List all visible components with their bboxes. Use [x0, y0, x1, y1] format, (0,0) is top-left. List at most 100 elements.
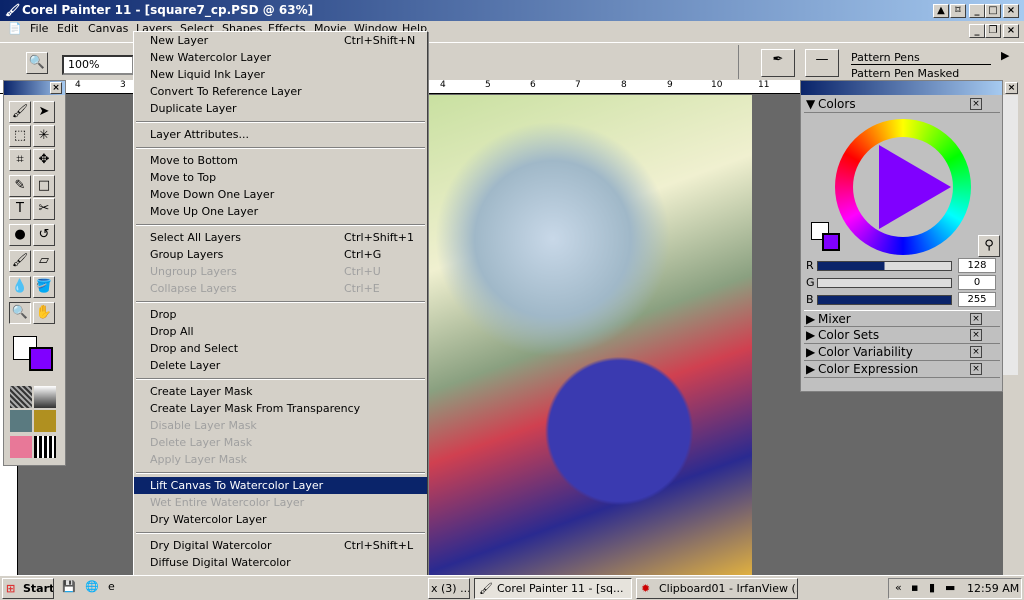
green-slider[interactable] — [817, 278, 952, 288]
network-icon[interactable]: ▪ — [911, 581, 918, 594]
nozzle-selector[interactable] — [10, 436, 32, 458]
close-button[interactable]: × — [1003, 4, 1019, 18]
menu-item-ungroup-layers[interactable]: Ungroup Layers Ctrl+U — [134, 263, 427, 280]
magic-wand-icon[interactable]: ✳ — [33, 125, 55, 147]
maximize-button[interactable]: □ — [985, 4, 1001, 18]
menu-item-drop[interactable]: Drop — [134, 306, 427, 323]
up-arrow-button[interactable]: ▲ — [933, 4, 949, 18]
rectangle-icon[interactable]: □ — [33, 175, 55, 197]
menu-item-dry-watercolor-layer[interactable]: Dry Watercolor Layer — [134, 511, 427, 528]
menu-item-apply-layer-mask[interactable]: Apply Layer Mask — [134, 451, 427, 468]
save-icon[interactable]: 💾 — [62, 580, 76, 593]
color-expression-header[interactable]: ▶ Color Expression × — [804, 361, 1000, 378]
quicklaunch-icon[interactable]: 🌐 — [85, 580, 99, 593]
color-variability-header[interactable]: ▶ Color Variability × — [804, 344, 1000, 361]
menu-item-delete-layer[interactable]: Delete Layer — [134, 357, 427, 374]
menu-file[interactable]: File — [30, 22, 48, 36]
battery-icon[interactable]: ▮ — [929, 581, 935, 594]
menu-item-drop-all[interactable]: Drop All — [134, 323, 427, 340]
menu-item-disable-layer-mask[interactable]: Disable Layer Mask — [134, 417, 427, 434]
main-color-swatch[interactable] — [29, 347, 53, 371]
brush-variant-button[interactable]: — — [805, 49, 839, 77]
menu-item-duplicate-layer[interactable]: Duplicate Layer — [134, 100, 427, 117]
text-icon[interactable]: T — [9, 198, 31, 220]
tray-expand-icon[interactable]: « — [895, 581, 902, 594]
menu-item-wet-entire-watercolor-layer[interactable]: Wet Entire Watercolor Layer — [134, 494, 427, 511]
brush-tool-icon[interactable]: 🖌 — [9, 101, 31, 123]
brush-variant[interactable]: Pattern Pen Masked — [851, 67, 959, 80]
pen-icon[interactable]: ✎ — [9, 175, 31, 197]
dropper-icon[interactable]: 💧 — [9, 276, 31, 298]
menu-item-layer-attributes[interactable]: Layer Attributes... — [134, 126, 427, 143]
magnifier-icon[interactable]: 🔍 — [9, 302, 31, 324]
minimize-button[interactable]: _ — [969, 4, 985, 18]
menu-item-lift-canvas-to-watercolor-layer[interactable]: Lift Canvas To Watercolor Layer — [134, 477, 427, 494]
rotate-page-icon[interactable]: ↺ — [33, 224, 55, 246]
menu-edit[interactable]: Edit — [57, 22, 78, 36]
menu-item-create-layer-mask-from-transparency[interactable]: Create Layer Mask From Transparency — [134, 400, 427, 417]
paint-bucket-icon[interactable]: 🪣 — [33, 276, 55, 298]
pattern-selector[interactable] — [10, 410, 32, 432]
panel-menu-arrow-icon[interactable]: ▶ — [1001, 49, 1009, 62]
menu-item-new-watercolor-layer[interactable]: New Watercolor Layer — [134, 49, 427, 66]
brush-category[interactable]: Pattern Pens — [851, 51, 991, 65]
pin-button[interactable]: ⌑ — [950, 4, 966, 18]
menu-item-drop-and-select[interactable]: Drop and Select — [134, 340, 427, 357]
menu-item-move-to-top[interactable]: Move to Top — [134, 169, 427, 186]
panel-close-button[interactable]: × — [1005, 82, 1018, 94]
look-selector[interactable] — [34, 436, 56, 458]
layer-adjuster-icon[interactable]: ➤ — [33, 101, 55, 123]
menu-item-move-down-one-layer[interactable]: Move Down One Layer — [134, 186, 427, 203]
menu-item-new-layer[interactable]: New Layer Ctrl+Shift+N — [134, 32, 427, 49]
paper-selector[interactable] — [10, 386, 32, 408]
clone-color-icon[interactable]: ⚲ — [978, 235, 1000, 257]
task-irfanview[interactable]: ✹ Clipboard01 - IrfanView (... — [636, 578, 798, 599]
task-corel-painter[interactable]: 🖌 Corel Painter 11 - [sq... — [474, 578, 632, 599]
menu-item-select-all-layers[interactable]: Select All Layers Ctrl+Shift+1 — [134, 229, 427, 246]
blue-slider[interactable] — [817, 295, 952, 305]
blue-value[interactable]: 255 — [958, 292, 996, 307]
task-button[interactable]: x (3) ... — [428, 578, 470, 599]
saturation-value-triangle[interactable] — [879, 145, 951, 229]
color-sets-header[interactable]: ▶ Color Sets × — [804, 327, 1000, 344]
weave-selector[interactable] — [34, 410, 56, 432]
dodge-icon[interactable]: ● — [9, 224, 31, 246]
menu-item-move-up-one-layer[interactable]: Move Up One Layer — [134, 203, 427, 220]
ie-icon[interactable]: e — [108, 580, 115, 593]
menu-item-move-to-bottom[interactable]: Move to Bottom — [134, 152, 427, 169]
doc-minimize-button[interactable]: _ — [969, 24, 985, 38]
canvas-image[interactable] — [420, 95, 752, 575]
menu-item-collapse-layers[interactable]: Collapse Layers Ctrl+E — [134, 280, 427, 297]
menu-item-diffuse-digital-watercolor[interactable]: Diffuse Digital Watercolor — [134, 554, 427, 571]
grabber-hand-icon[interactable]: ✋ — [33, 302, 55, 324]
red-slider[interactable] — [817, 261, 952, 271]
red-value[interactable]: 128 — [958, 258, 996, 273]
menu-item-delete-layer-mask[interactable]: Delete Layer Mask — [134, 434, 427, 451]
toolbox-close-button[interactable]: × — [50, 82, 62, 94]
menu-item-group-layers[interactable]: Group Layers Ctrl+G — [134, 246, 427, 263]
rect-selection-icon[interactable]: ⬚ — [9, 125, 31, 147]
doc-close-button[interactable]: × — [1003, 24, 1019, 38]
crop-icon[interactable]: ⌗ — [9, 149, 31, 171]
zoom-level-select[interactable]: 100% — [62, 55, 134, 75]
green-value[interactable]: 0 — [958, 275, 996, 290]
device-icon[interactable]: ▬ — [945, 581, 955, 594]
doc-restore-button[interactable]: ❐ — [985, 24, 1001, 38]
eraser-icon[interactable]: ▱ — [33, 250, 55, 272]
menu-item-new-liquid-ink-layer[interactable]: New Liquid Ink Layer — [134, 66, 427, 83]
panel-scrollbar[interactable] — [1003, 95, 1018, 375]
selection-adjuster-icon[interactable]: ✥ — [33, 149, 55, 171]
main-color-swatch[interactable] — [822, 233, 840, 251]
gradient-selector[interactable] — [34, 386, 56, 408]
menu-canvas[interactable]: Canvas — [88, 22, 128, 36]
menu-item-dry-digital-watercolor[interactable]: Dry Digital Watercolor Ctrl+Shift+L — [134, 537, 427, 554]
hue-ring[interactable] — [835, 119, 971, 255]
colors-header[interactable]: ▼ Colors × — [804, 96, 1000, 113]
start-button[interactable]: ⊞ Start — [2, 578, 54, 599]
mixer-header[interactable]: ▶ Mixer × — [804, 310, 1000, 327]
menu-item-convert-to-reference-layer[interactable]: Convert To Reference Layer — [134, 83, 427, 100]
scissors-icon[interactable]: ✂ — [33, 198, 55, 220]
cloner-icon[interactable]: 🖌 — [9, 250, 31, 272]
menu-item-create-layer-mask[interactable]: Create Layer Mask — [134, 383, 427, 400]
brush-category-button[interactable]: ✒ — [761, 49, 795, 77]
